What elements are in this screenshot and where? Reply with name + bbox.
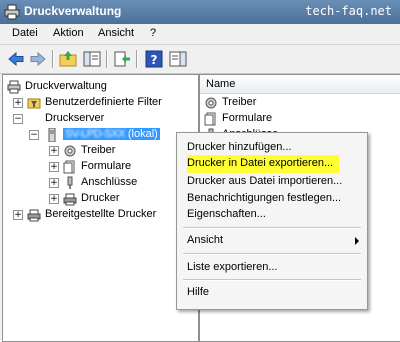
tree-label: Drucker (81, 192, 120, 204)
menu-item-label: Drucker in Datei exportieren... (187, 157, 334, 169)
column-header-label: Name (206, 78, 236, 90)
expand-plus-icon[interactable]: + (49, 162, 59, 172)
submenu-arrow-icon (355, 237, 359, 245)
menu-item-export-printers[interactable]: Drucker in Datei exportieren... (187, 155, 339, 173)
help-icon[interactable]: ? (144, 49, 164, 69)
menu-separator (183, 227, 361, 229)
printer-app-icon (4, 4, 20, 20)
show-hide-tree-icon[interactable] (82, 49, 102, 69)
toolbar: ? (0, 44, 400, 74)
list-item[interactable]: Formulare (204, 111, 394, 127)
deployed-printer-icon (27, 209, 41, 222)
port-plug-icon (67, 176, 73, 189)
tree-node-server[interactable]: − SV-LPD-SXX (lokal) (29, 127, 189, 143)
tree-node-deployed-printers[interactable]: + Bereitgestellte Drucker (13, 207, 193, 223)
forms-icon (63, 160, 75, 174)
tree-label: Anschlüsse (81, 176, 138, 188)
menu-item-import-printers[interactable]: Drucker aus Datei importieren... (187, 173, 357, 191)
tree-node-root[interactable]: Druckverwaltung (7, 79, 187, 95)
menu-file[interactable]: Datei (12, 27, 38, 39)
expand-plus-icon[interactable]: + (13, 98, 23, 108)
collapse-minus-icon[interactable]: − (13, 114, 23, 124)
tree-label: Treiber (81, 144, 116, 156)
tree-node-custom-filters[interactable]: + Benutzerdefinierte Filter (13, 95, 193, 111)
menu-item-label: Drucker hinzufügen... (187, 141, 292, 153)
window-title: Druckverwaltung (24, 4, 122, 18)
server-suffix: (lokal) (127, 128, 158, 140)
server-name-blurred: SV-LPD-SXX (65, 128, 125, 140)
menu-view[interactable]: Ansicht (98, 27, 134, 39)
up-folder-icon[interactable] (58, 49, 78, 69)
tree-pane[interactable]: Druckverwaltung + Benutzerdefinierte Fil… (2, 74, 199, 342)
title-bar[interactable]: Druckverwaltung tech-faq.net (0, 0, 400, 24)
expand-plus-icon[interactable]: + (49, 194, 59, 204)
list-item[interactable]: Treiber (204, 95, 394, 111)
menu-item-label: Ansicht (187, 234, 224, 246)
menu-item-view[interactable]: Ansicht (187, 232, 357, 250)
menu-item-export-list[interactable]: Liste exportieren... (187, 259, 357, 277)
selected-server-label: SV-LPD-SXX (lokal) (63, 128, 160, 140)
tree-node-forms[interactable]: + Formulare (49, 159, 189, 175)
server-icon (48, 128, 56, 142)
expand-plus-icon[interactable]: + (49, 178, 59, 188)
filter-folder-icon (27, 98, 41, 109)
list-item-label: Treiber (222, 96, 257, 108)
expand-plus-icon[interactable]: + (49, 146, 59, 156)
collapse-minus-icon[interactable]: − (29, 130, 39, 140)
menu-action[interactable]: Aktion (53, 27, 84, 39)
menu-separator (183, 253, 361, 255)
menu-item-label: Eigenschaften... (187, 208, 266, 220)
tree-node-ports[interactable]: + Anschlüsse (49, 175, 189, 191)
tree-label: Druckserver (45, 112, 105, 124)
back-arrow-icon[interactable] (6, 49, 26, 69)
menu-item-label: Hilfe (187, 286, 210, 298)
menu-separator (183, 279, 361, 281)
menu-item-properties[interactable]: Eigenschaften... (187, 206, 357, 224)
properties-view-icon[interactable] (168, 49, 188, 69)
menu-item-label: Liste exportieren... (187, 261, 278, 273)
drivers-gear-icon (205, 97, 217, 109)
tree-node-print-servers[interactable]: − Druckserver (13, 111, 193, 127)
menu-item-help[interactable]: Hilfe (187, 284, 357, 302)
list-item-label: Formulare (222, 112, 273, 124)
watermark-site: tech-faq.net (305, 4, 392, 18)
menu-help[interactable]: ? (150, 27, 156, 39)
print-management-icon (7, 80, 21, 94)
printer-icon (63, 193, 77, 206)
expand-plus-icon[interactable]: + (13, 210, 23, 220)
tree-label: Druckverwaltung (25, 80, 107, 92)
context-menu: Drucker hinzufügen... Drucker in Datei e… (176, 132, 368, 310)
toolbar-separator (52, 50, 54, 68)
menu-bar: Datei Aktion Ansicht ? (0, 24, 400, 44)
menu-item-label: Benachrichtigungen festlegen... (187, 192, 342, 204)
svg-text:?: ? (151, 53, 158, 67)
toolbar-separator (136, 50, 138, 68)
tree-node-printers[interactable]: + Drucker (49, 191, 189, 207)
tree-label: Benutzerdefinierte Filter (45, 96, 162, 108)
export-list-icon[interactable] (112, 49, 132, 69)
app-window: Druckverwaltung tech-faq.net Datei Aktio… (0, 0, 400, 342)
column-header-name[interactable]: Name (200, 75, 400, 94)
drivers-gear-icon (64, 145, 76, 157)
forward-arrow-icon[interactable] (28, 49, 48, 69)
tree-node-drivers[interactable]: + Treiber (49, 143, 189, 159)
menu-item-label: Drucker aus Datei importieren... (187, 175, 343, 187)
tree-label: Bereitgestellte Drucker (45, 208, 157, 220)
tree-label: Formulare (81, 160, 132, 172)
forms-icon (204, 112, 216, 126)
toolbar-separator (106, 50, 108, 68)
